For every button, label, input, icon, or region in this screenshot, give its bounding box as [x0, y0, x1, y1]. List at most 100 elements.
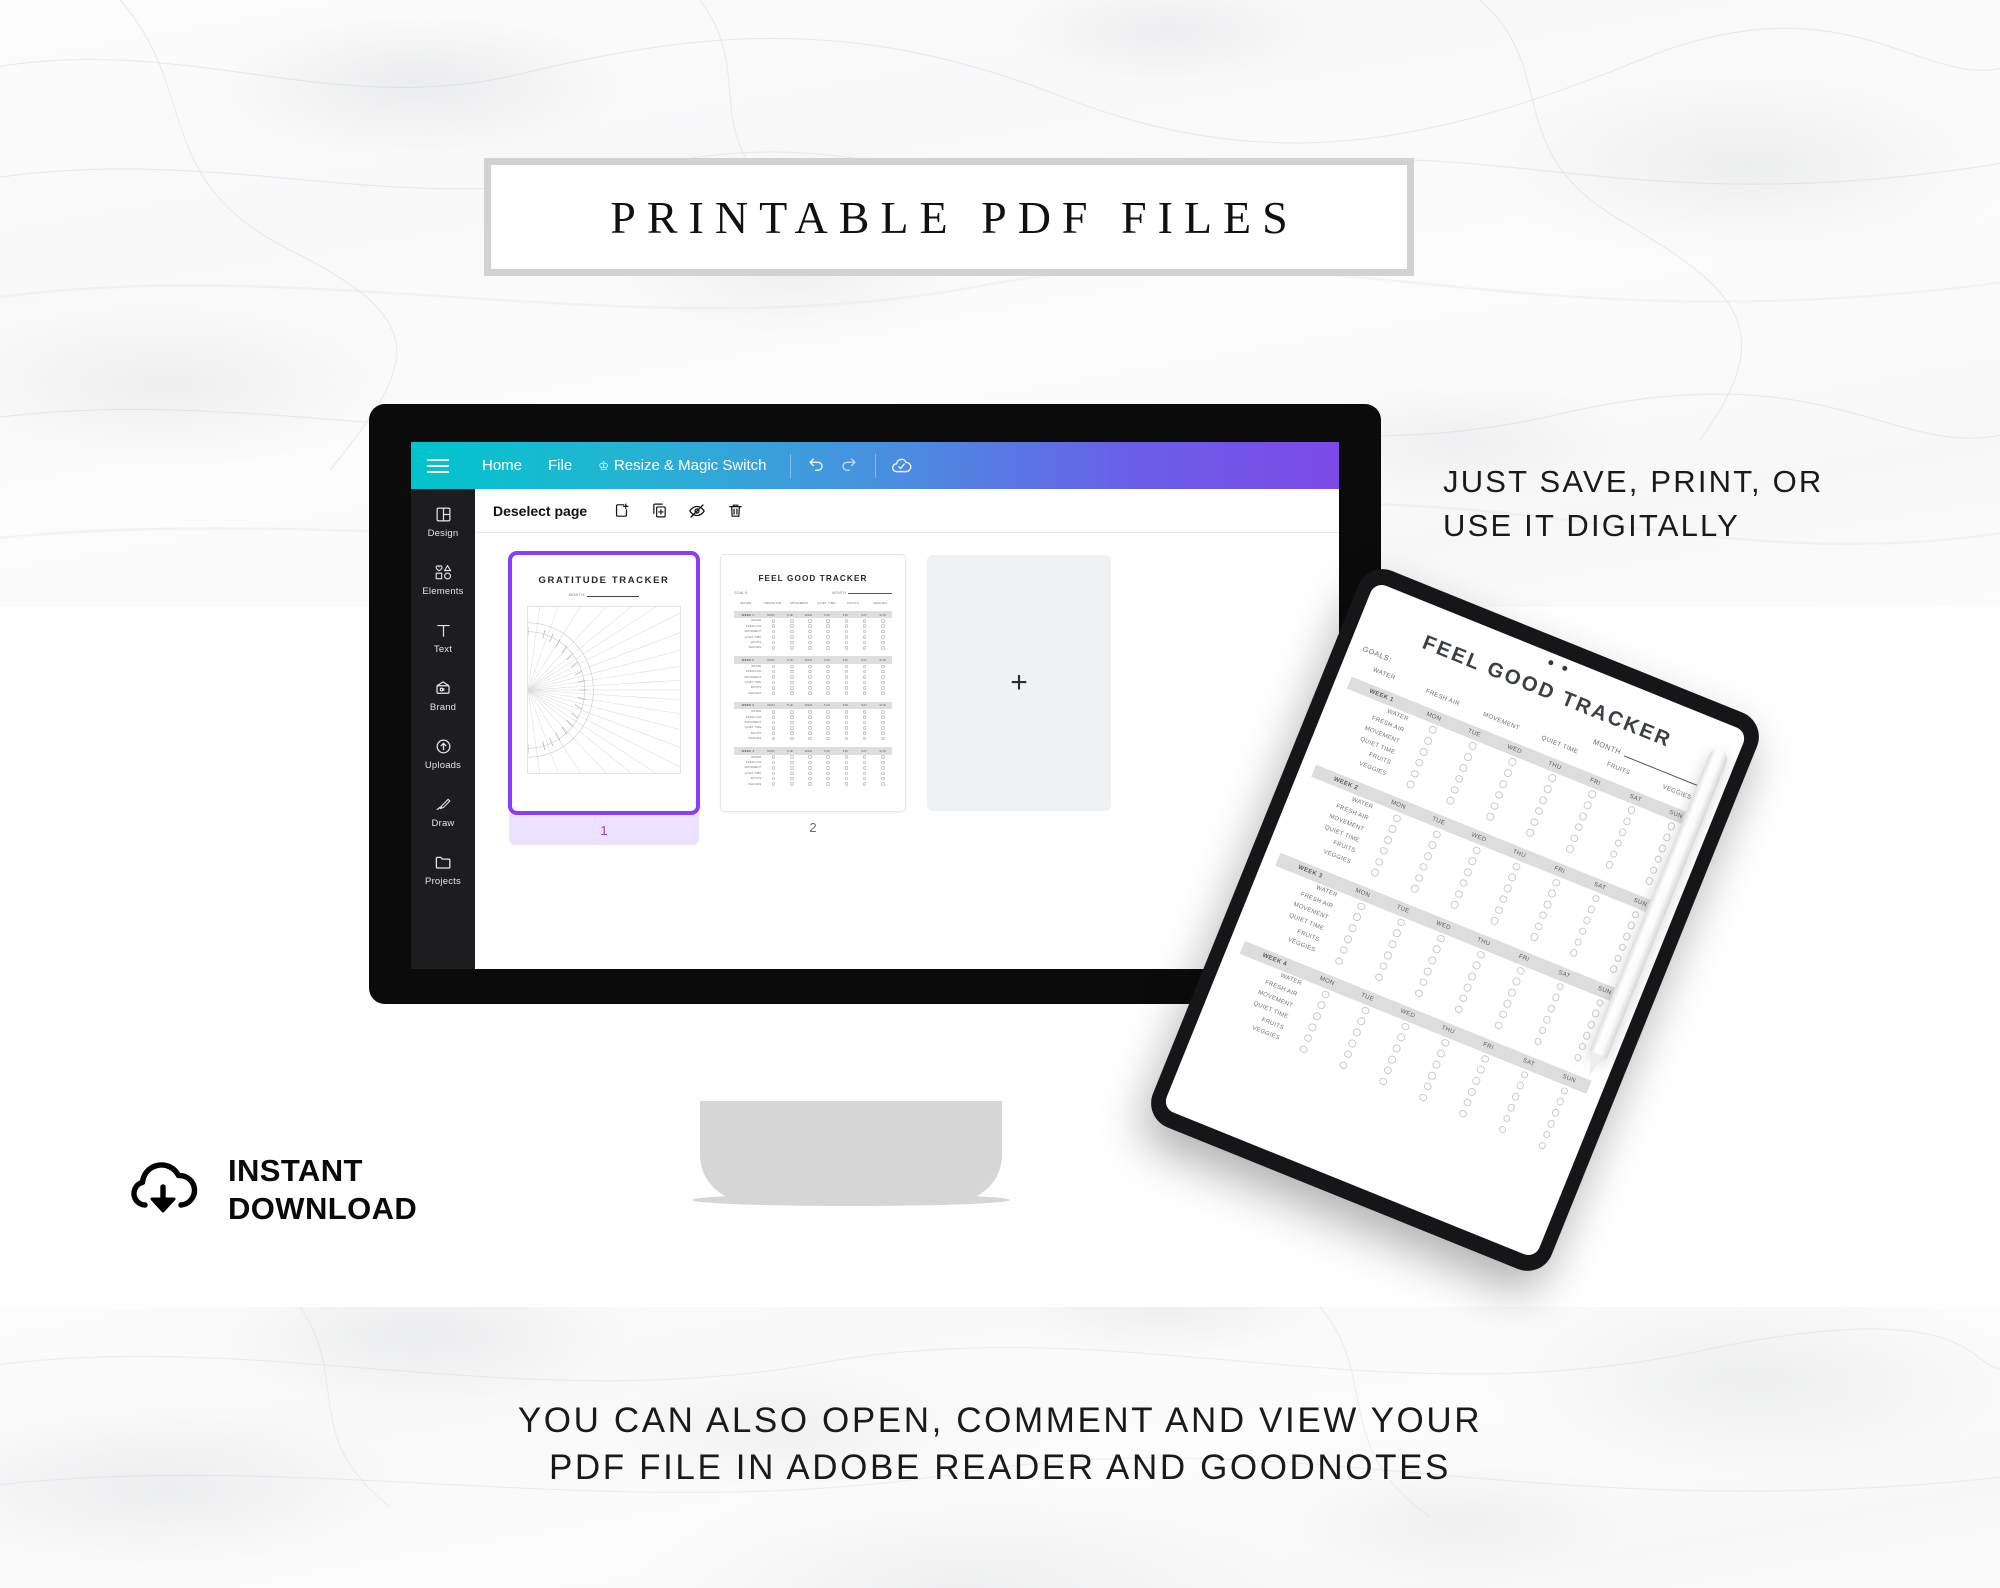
- checkbox-cell[interactable]: [874, 736, 892, 741]
- hide-page-icon[interactable]: [685, 499, 709, 523]
- add-page-icon[interactable]: [609, 499, 633, 523]
- checkbox-cell[interactable]: [764, 691, 782, 696]
- row-label: MOVEMENT: [744, 675, 762, 679]
- feelgood-tracker-thumb: FEEL GOOD TRACKER GOALS: MONTH WATER FRES…: [721, 555, 905, 811]
- row-label: VEGGIES: [748, 646, 762, 650]
- row-label: MOVEMENT: [744, 630, 762, 634]
- checkbox-cell[interactable]: [783, 691, 801, 696]
- delete-page-icon[interactable]: [723, 499, 747, 523]
- checkbox-cell[interactable]: [783, 645, 801, 650]
- checkbox-cell[interactable]: [874, 781, 892, 786]
- checkbox-cell[interactable]: [856, 691, 874, 696]
- page-1-canvas[interactable]: GRATITUDE TRACKER MONTH: [512, 555, 696, 811]
- checkbox-cell[interactable]: [819, 781, 837, 786]
- bottom-marketing-copy: YOU CAN ALSO OPEN, COMMENT AND VIEW YOUR…: [0, 1398, 2000, 1491]
- upload-cloud-icon: [434, 735, 453, 757]
- checkbox-cell[interactable]: [819, 645, 837, 650]
- header-cell: FRI: [842, 658, 849, 663]
- row-label: MOVEMENT: [744, 766, 762, 770]
- checkbox-cell[interactable]: [764, 645, 782, 650]
- tablet-goals-label: GOALS:: [1361, 644, 1394, 664]
- row-label: FRESH AIR: [745, 670, 762, 674]
- checkbox-cell[interactable]: [783, 781, 801, 786]
- page-2-canvas[interactable]: FEEL GOOD TRACKER GOALS: MONTH WATER FRES…: [721, 555, 905, 811]
- undo-icon[interactable]: [801, 450, 833, 482]
- checkbox-cell[interactable]: [837, 691, 855, 696]
- sidebar-item-draw[interactable]: Draw: [411, 793, 475, 829]
- category-box-water: WATER: [734, 601, 758, 605]
- header-cell: FRI: [842, 748, 849, 753]
- page-thumbnail-1[interactable]: GRATITUDE TRACKER MONTH 1: [509, 555, 699, 845]
- redo-icon[interactable]: [833, 450, 865, 482]
- week-table-week-4: WEEK 4 MON TUE WED THU FRI SAT SUN WATER FRESH AI…: [734, 747, 892, 786]
- feelgood-month-field: MONTH: [832, 591, 892, 595]
- checkbox-cell[interactable]: [874, 691, 892, 696]
- checkbox-cell[interactable]: [819, 691, 837, 696]
- feelgood-title: FEEL GOOD TRACKER: [758, 574, 868, 583]
- sidebar-item-text[interactable]: Text: [411, 619, 475, 655]
- header-cell: MON: [767, 748, 775, 753]
- cloud-saved-icon[interactable]: [886, 450, 918, 482]
- menu-home[interactable]: Home: [469, 451, 535, 480]
- checkbox-cell[interactable]: [856, 736, 874, 741]
- sidebar-item-elements[interactable]: Elements: [411, 561, 475, 597]
- checkbox-cell[interactable]: [819, 736, 837, 741]
- page-thumbnail-add[interactable]: +: [927, 555, 1111, 811]
- row-label: VEGGIES: [748, 691, 762, 695]
- feelgood-category-boxes: WATER FRESH AIR MOVEMENT QUIET TIME FRUITS VE…: [734, 601, 892, 605]
- sidebar-item-design[interactable]: Design: [411, 503, 475, 539]
- deselect-page-button[interactable]: Deselect page: [493, 503, 587, 519]
- checkbox-cell[interactable]: [801, 691, 819, 696]
- week-header-row: WEEK 3 MON TUE WED THU FRI SAT SUN: [734, 701, 892, 710]
- checkbox-cell[interactable]: [874, 645, 892, 650]
- sidebar-label-design: Design: [427, 528, 459, 539]
- feelgood-meta: GOALS: MONTH: [734, 591, 892, 595]
- checkbox-cell[interactable]: [856, 781, 874, 786]
- page-thumbnail-2[interactable]: FEEL GOOD TRACKER GOALS: MONTH WATER FRES…: [721, 555, 905, 835]
- checkbox-cell[interactable]: [764, 736, 782, 741]
- header-cell: WED: [804, 612, 813, 617]
- category-box-quiet-time: QUIET TIME: [814, 601, 838, 605]
- checkbox-cell[interactable]: [801, 781, 819, 786]
- tracker-row: VEGGIES: [734, 691, 892, 696]
- row-label: WATER: [751, 755, 762, 759]
- feelgood-week-tables: WEEK 1 MON TUE WED THU FRI SAT SUN WATER FRESH AI…: [734, 611, 892, 787]
- checkbox-cell[interactable]: [764, 781, 782, 786]
- sidebar-item-brand[interactable]: Brand: [411, 677, 475, 713]
- checkbox-cell[interactable]: [783, 736, 801, 741]
- header-cell: WED: [804, 703, 813, 708]
- row-label: WATER: [751, 710, 762, 714]
- checkbox-cell[interactable]: [801, 736, 819, 741]
- header-cell: MON: [767, 658, 775, 663]
- tablet-device: FEEL GOOD TRACKER GOALS: MONTH WATER FRES…: [1143, 561, 1767, 1279]
- category-label: VEGGIES: [872, 601, 888, 605]
- checkbox-cell[interactable]: [837, 645, 855, 650]
- right-copy-line-1: JUST SAVE, PRINT, OR: [1443, 464, 1824, 499]
- hamburger-icon[interactable]: [427, 458, 449, 473]
- checkbox-cell[interactable]: [801, 645, 819, 650]
- row-label: WATER: [751, 664, 762, 668]
- week-header-row: WEEK 4 MON TUE WED THU FRI SAT SUN: [734, 747, 892, 755]
- checkbox-cell[interactable]: [837, 781, 855, 786]
- right-marketing-copy: JUST SAVE, PRINT, OR USE IT DIGITALLY: [1443, 460, 1963, 548]
- sunburst-graphic: [528, 607, 680, 773]
- poster-canvas: PRINTABLE PDF FILES Home File ♔ Resize & …: [0, 0, 2000, 1588]
- sidebar-label-uploads: Uploads: [424, 760, 462, 771]
- sidebar-item-projects[interactable]: Projects: [411, 851, 475, 887]
- header-cell: SUN: [879, 612, 887, 617]
- category-box-movement: MOVEMENT: [788, 601, 812, 605]
- page-1-number-bg: 1: [509, 809, 699, 845]
- duplicate-page-icon[interactable]: [647, 499, 671, 523]
- sidebar-item-uploads[interactable]: Uploads: [411, 735, 475, 771]
- checkbox-cell[interactable]: [837, 736, 855, 741]
- header-cell: MON: [767, 703, 775, 708]
- add-page-placeholder[interactable]: +: [927, 555, 1111, 811]
- row-label: MOVEMENT: [744, 721, 762, 724]
- menu-file[interactable]: File: [535, 451, 585, 480]
- row-label: QUIET TIME: [744, 771, 762, 775]
- checkbox-cell[interactable]: [856, 645, 874, 650]
- tablet-mockup-group: FEEL GOOD TRACKER GOALS: MONTH WATER FRES…: [1143, 561, 1820, 1320]
- sidebar-label-brand: Brand: [429, 702, 457, 713]
- header-cell: SAT: [861, 748, 868, 753]
- menu-resize-magic-switch[interactable]: ♔ Resize & Magic Switch: [585, 451, 779, 480]
